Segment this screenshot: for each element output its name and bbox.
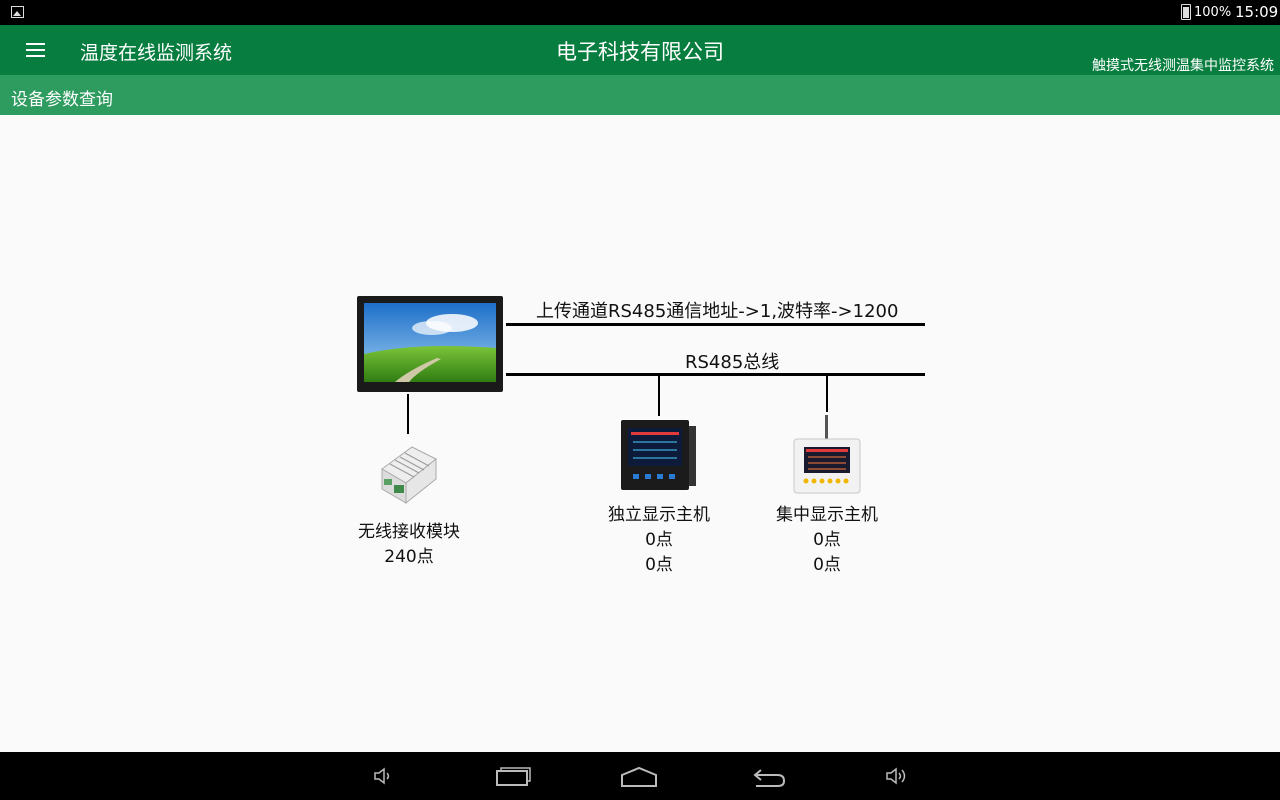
clock: 15:09 bbox=[1235, 3, 1279, 21]
system-nav-bar bbox=[0, 752, 1280, 800]
battery-percent: 100% bbox=[1194, 5, 1232, 20]
page-header: 设备参数查询 bbox=[0, 75, 1280, 115]
standalone-host-image bbox=[621, 420, 697, 492]
wireless-module-name: 无线接收模块 bbox=[358, 522, 460, 542]
upload-channel-label: 上传通道RS485通信地址->1,波特率->1200 bbox=[536, 301, 899, 322]
recent-apps-icon[interactable] bbox=[496, 762, 532, 790]
central-host-name: 集中显示主机 bbox=[776, 505, 878, 525]
volume-up-icon[interactable] bbox=[877, 762, 913, 790]
menu-icon[interactable] bbox=[26, 43, 45, 57]
home-icon[interactable] bbox=[621, 762, 657, 790]
status-bar: 100% 15:09 bbox=[0, 0, 1280, 25]
app-subtitle: 触摸式无线测温集中监控系统 bbox=[1092, 58, 1274, 74]
page-title: 设备参数查询 bbox=[11, 90, 113, 110]
gallery-notification-icon bbox=[11, 6, 24, 18]
app-title: 温度在线监测系统 bbox=[80, 42, 233, 64]
bus-to-central-line bbox=[826, 376, 828, 412]
monitor-to-module-line bbox=[407, 394, 409, 434]
battery-icon bbox=[1181, 4, 1191, 20]
wireless-module-image bbox=[378, 439, 440, 507]
standalone-host-line2: 0点 bbox=[645, 555, 673, 575]
topology-diagram: 上传通道RS485通信地址->1,波特率->1200 RS485总线 无线接收模… bbox=[0, 115, 1280, 752]
rs485-bus-label: RS485总线 bbox=[685, 352, 780, 373]
bus-to-standalone-line bbox=[658, 376, 660, 416]
wireless-module-count: 240点 bbox=[384, 547, 434, 567]
upload-channel-line bbox=[506, 323, 925, 326]
touch-screen-image bbox=[357, 296, 503, 392]
central-host-line1: 0点 bbox=[813, 530, 841, 550]
central-host-line2: 0点 bbox=[813, 555, 841, 575]
back-icon[interactable] bbox=[750, 762, 786, 790]
volume-down-icon[interactable] bbox=[364, 762, 400, 790]
standalone-host-name: 独立显示主机 bbox=[608, 505, 710, 525]
standalone-host-line1: 0点 bbox=[645, 530, 673, 550]
central-host-image bbox=[792, 415, 862, 495]
app-bar: 温度在线监测系统 电子科技有限公司 触摸式无线测温集中监控系统 bbox=[0, 25, 1280, 75]
